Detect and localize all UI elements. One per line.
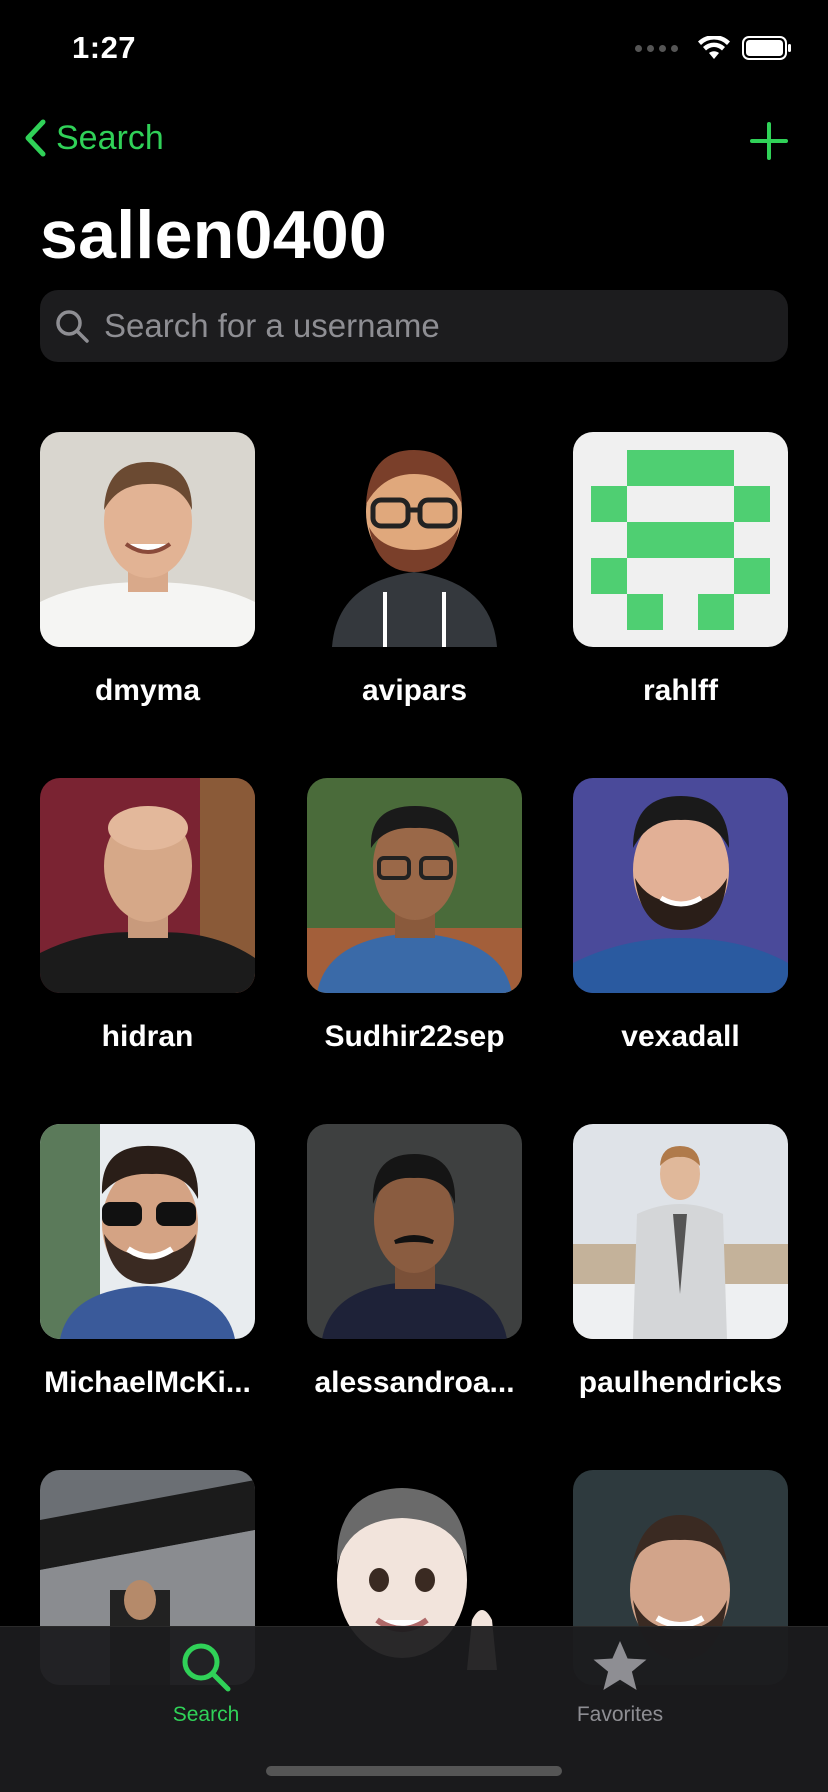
avatar: [40, 1124, 255, 1339]
status-icons: [635, 36, 792, 60]
avatar: [307, 778, 522, 993]
follower-username: Sudhir22sep: [324, 1020, 505, 1053]
add-favorite-button[interactable]: [748, 120, 790, 162]
search-input[interactable]: [104, 307, 764, 345]
follower-username: dmyma: [94, 674, 201, 707]
screen: 1:27 Search sallen0400 Search for a user…: [0, 0, 828, 1792]
chevron-left-icon: [25, 119, 46, 157]
avatar: [307, 1124, 522, 1339]
cellular-signal-icon: [635, 44, 678, 52]
back-button[interactable]: Search: [22, 118, 164, 158]
page-title: sallen0400: [40, 197, 388, 273]
follower-username: rahlff: [643, 674, 718, 707]
wifi-icon: [698, 36, 730, 59]
status-time: 1:27: [72, 30, 137, 65]
search-bar[interactable]: [40, 290, 788, 362]
search-icon: [56, 310, 89, 343]
avatar: [573, 778, 788, 993]
status-bar: 1:27: [0, 0, 828, 100]
tab-favorites[interactable]: Favorites: [520, 1637, 720, 1727]
avatar: [573, 1124, 788, 1339]
back-button-label: Search: [56, 118, 164, 157]
follower-username: vexadall: [621, 1020, 740, 1053]
follower-username: paulhendricks: [578, 1366, 783, 1399]
tab-label: Search: [172, 1703, 240, 1726]
battery-icon: [742, 36, 791, 60]
tab-search[interactable]: Search: [106, 1637, 306, 1727]
tab-label: Favorites: [576, 1703, 664, 1726]
follower-username: MichaelMcKi...: [44, 1366, 251, 1399]
search-icon: [182, 1643, 231, 1692]
follower-username: alessandroa...: [314, 1366, 515, 1399]
avatar: [307, 432, 522, 647]
avatar: [573, 432, 788, 647]
follower-username: avipars: [361, 674, 468, 707]
star-icon: [593, 1641, 647, 1690]
avatar: [40, 778, 255, 993]
follower-username: hidran: [101, 1020, 194, 1053]
avatar: [40, 432, 255, 647]
home-indicator: [266, 1766, 562, 1776]
